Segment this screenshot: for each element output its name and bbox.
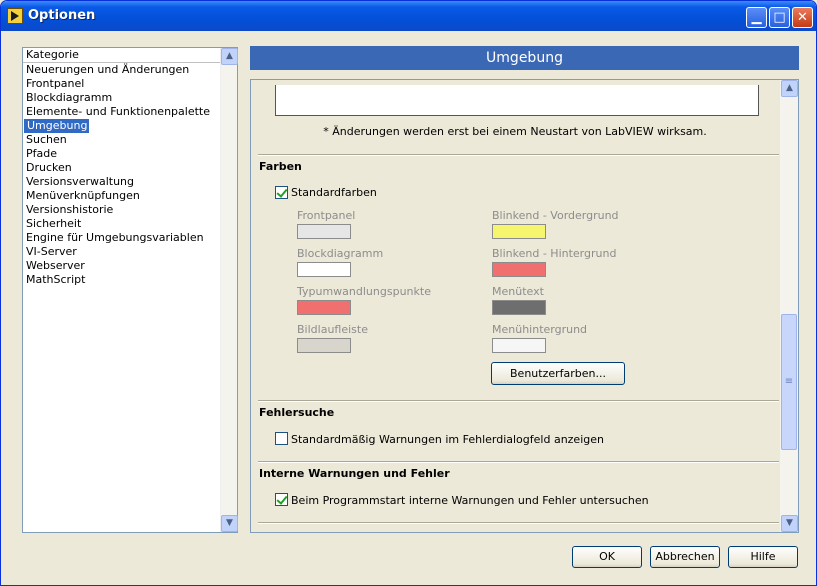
settings-panel: * Änderungen werden erst bei einem Neust… xyxy=(250,79,799,533)
scroll-down-arrow-icon[interactable]: ▼ xyxy=(781,515,798,532)
show-warnings-label: Standardmäßig Warnungen im Fehlerdialogf… xyxy=(291,433,604,446)
labview-app-icon xyxy=(7,8,23,24)
category-item-pfade[interactable]: Pfade xyxy=(23,147,221,161)
blockdiagram-color-swatch[interactable] xyxy=(297,262,351,277)
category-item-umgebung[interactable]: Umgebung xyxy=(24,119,90,133)
divider xyxy=(258,461,779,463)
category-item-neuerungen[interactable]: Neuerungen und Änderungen xyxy=(23,63,221,77)
user-colors-button[interactable]: Benutzerfarben... xyxy=(491,362,625,385)
internal-warnings-checkbox[interactable] xyxy=(275,493,288,506)
category-item-blockdiagramm[interactable]: Blockdiagramm xyxy=(23,91,221,105)
default-colors-checkbox[interactable] xyxy=(275,186,288,199)
colors-group-title: Farben xyxy=(259,160,302,173)
menu-bg-color-label: Menühintergrund xyxy=(492,323,588,336)
blink-bg-color-swatch[interactable] xyxy=(492,262,546,277)
scroll-down-arrow-icon[interactable]: ▼ xyxy=(221,515,238,532)
show-warnings-checkbox[interactable] xyxy=(275,432,288,445)
scroll-up-arrow-icon[interactable]: ▲ xyxy=(781,80,798,97)
category-item-drucken[interactable]: Drucken xyxy=(23,161,221,175)
frontpanel-color-label: Frontpanel xyxy=(297,209,356,222)
window-title: Optionen xyxy=(28,8,96,23)
scrollbar-thumb[interactable]: ≡ xyxy=(781,314,797,450)
category-scrollbar[interactable]: ▲ ▼ xyxy=(220,48,238,532)
category-item-frontpanel[interactable]: Frontpanel xyxy=(23,77,221,91)
cancel-button[interactable]: Abbrechen xyxy=(650,546,720,568)
restart-note: * Änderungen werden erst bei einem Neust… xyxy=(323,125,707,138)
coercion-dots-color-label: Typumwandlungspunkte xyxy=(297,285,431,298)
internal-warnings-group-title: Interne Warnungen und Fehler xyxy=(259,467,450,480)
category-item-versionshistorie[interactable]: Versionshistorie xyxy=(23,203,221,217)
debugging-group-title: Fehlersuche xyxy=(259,406,335,419)
options-dialog: Optionen ▁ □ ✕ Kategorie Neuerungen und … xyxy=(0,0,817,586)
category-item-vi-server[interactable]: VI-Server xyxy=(23,245,221,259)
blink-fg-color-swatch[interactable] xyxy=(492,224,546,239)
blink-fg-color-label: Blinkend - Vordergrund xyxy=(492,209,619,222)
help-button[interactable]: Hilfe xyxy=(728,546,798,568)
category-item-engine[interactable]: Engine für Umgebungsvariablen xyxy=(23,231,221,245)
category-item-webserver[interactable]: Webserver xyxy=(23,259,221,273)
blink-bg-color-label: Blinkend - Hintergrund xyxy=(492,247,617,260)
default-colors-label: Standardfarben xyxy=(291,186,377,199)
divider xyxy=(258,154,779,156)
category-item-versionsverwaltung[interactable]: Versionsverwaltung xyxy=(23,175,221,189)
close-button[interactable]: ✕ xyxy=(792,7,813,28)
category-list: Kategorie Neuerungen und Änderungen Fron… xyxy=(23,48,221,532)
settings-scrollbar[interactable]: ▲ ≡ ▼ xyxy=(780,80,798,532)
frontpanel-color-swatch[interactable] xyxy=(297,224,351,239)
menu-text-color-label: Menütext xyxy=(492,285,544,298)
internal-warnings-label: Beim Programmstart interne Warnungen und… xyxy=(291,494,649,507)
category-item-menueverknuepfungen[interactable]: Menüverknüpfungen xyxy=(23,189,221,203)
minimize-button[interactable]: ▁ xyxy=(746,7,767,28)
menu-bg-color-swatch[interactable] xyxy=(492,338,546,353)
page-title: Umgebung xyxy=(250,46,799,70)
divider xyxy=(258,522,779,524)
settings-content: * Änderungen werden erst bei einem Neust… xyxy=(251,80,779,532)
coercion-dots-color-swatch[interactable] xyxy=(297,300,351,315)
divider xyxy=(258,400,779,402)
blockdiagram-color-label: Blockdiagramm xyxy=(297,247,384,260)
scrollbar-color-label: Bildlaufleiste xyxy=(297,323,368,336)
category-listbox[interactable]: Kategorie Neuerungen und Änderungen Fron… xyxy=(22,47,238,533)
category-item-palette[interactable]: Elemente- und Funktionenpalette xyxy=(23,105,221,119)
scrollbar-color-swatch[interactable] xyxy=(297,338,351,353)
scroll-up-arrow-icon[interactable]: ▲ xyxy=(221,48,238,65)
preview-box xyxy=(275,85,759,116)
maximize-button[interactable]: □ xyxy=(769,7,790,28)
menu-text-color-swatch[interactable] xyxy=(492,300,546,315)
ok-button[interactable]: OK xyxy=(572,546,642,568)
category-item-suchen[interactable]: Suchen xyxy=(23,133,221,147)
category-item-sicherheit[interactable]: Sicherheit xyxy=(23,217,221,231)
category-item-mathscript[interactable]: MathScript xyxy=(23,273,221,287)
category-list-header: Kategorie xyxy=(23,48,221,63)
title-bar[interactable]: Optionen ▁ □ ✕ xyxy=(1,1,816,31)
